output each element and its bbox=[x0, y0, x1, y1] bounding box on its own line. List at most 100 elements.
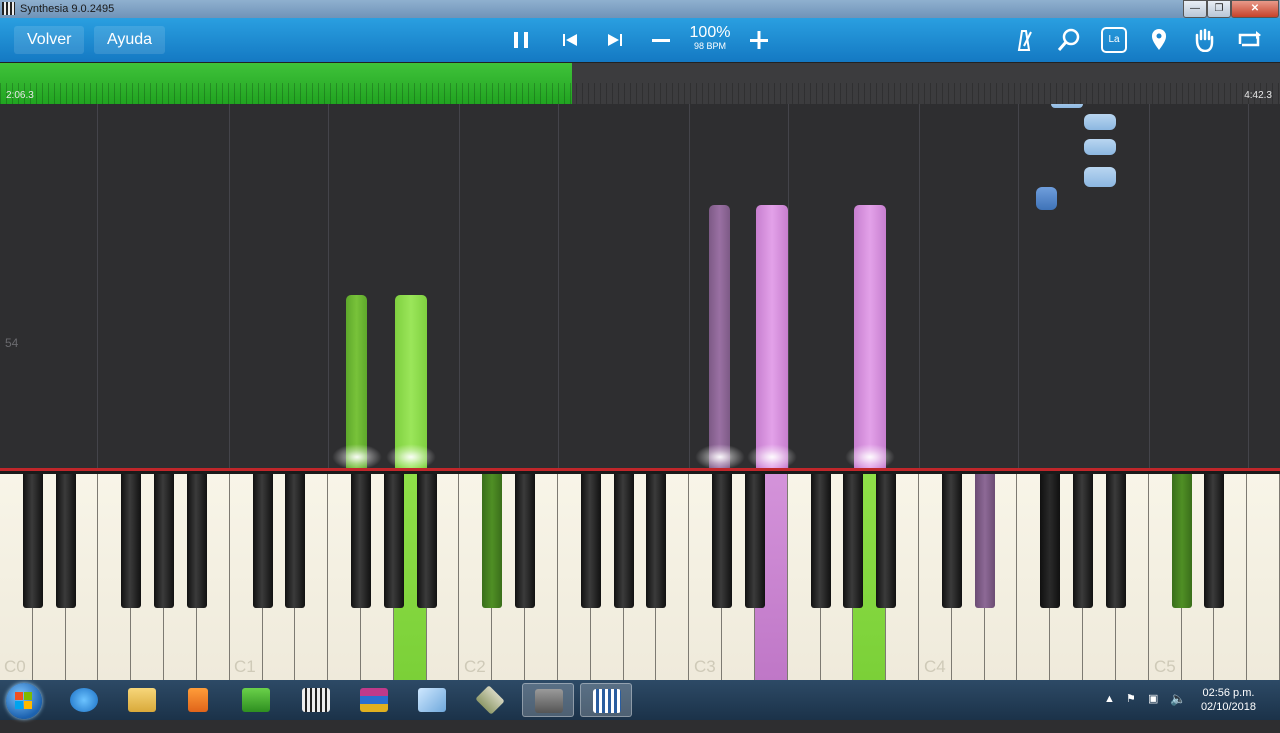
falling-note bbox=[395, 295, 427, 468]
total-time: 4:42.3 bbox=[1244, 90, 1272, 101]
black-key[interactable] bbox=[154, 474, 175, 608]
octave-gridline bbox=[1018, 104, 1019, 468]
start-button[interactable] bbox=[6, 683, 42, 719]
plus-icon[interactable] bbox=[739, 18, 779, 62]
minus-icon[interactable] bbox=[641, 18, 681, 62]
black-key[interactable] bbox=[613, 474, 634, 608]
black-key[interactable] bbox=[351, 474, 372, 608]
black-key[interactable] bbox=[252, 474, 273, 608]
skip-forward-icon[interactable] bbox=[595, 18, 635, 62]
volume-icon[interactable]: 🔈 bbox=[1170, 691, 1186, 731]
upcoming-note bbox=[1084, 167, 1116, 187]
black-key[interactable] bbox=[744, 474, 765, 608]
upcoming-note bbox=[1051, 104, 1083, 108]
black-key[interactable] bbox=[941, 474, 962, 608]
black-key[interactable] bbox=[876, 474, 897, 608]
black-key[interactable] bbox=[515, 474, 536, 608]
black-key[interactable] bbox=[1204, 474, 1225, 608]
upcoming-note bbox=[1084, 114, 1116, 130]
clock-time: 02:56 p.m. bbox=[1202, 687, 1255, 699]
system-clock[interactable]: 02:56 p.m. 02/10/2018 bbox=[1201, 686, 1256, 714]
note-hit-spark bbox=[747, 444, 797, 468]
black-key[interactable] bbox=[416, 474, 437, 608]
document-app-icon[interactable] bbox=[406, 683, 458, 717]
recorder-app-icon[interactable] bbox=[522, 683, 574, 717]
skip-back-icon[interactable] bbox=[550, 18, 590, 62]
clock-date: 02/10/2018 bbox=[1200, 701, 1256, 713]
upcoming-note bbox=[1084, 139, 1116, 155]
elapsed-time: 2:06.3 bbox=[6, 90, 34, 101]
octave-gridline bbox=[1149, 104, 1150, 468]
octave-gridline bbox=[229, 104, 230, 468]
hand-icon[interactable] bbox=[1184, 18, 1224, 62]
octave-gridline bbox=[689, 104, 690, 468]
octave-gridline bbox=[558, 104, 559, 468]
falling-note bbox=[756, 205, 788, 468]
file-explorer-icon[interactable] bbox=[116, 683, 168, 717]
zoom-icon[interactable] bbox=[1049, 18, 1089, 62]
minimize-button[interactable]: — bbox=[1183, 0, 1207, 18]
pause-icon[interactable] bbox=[501, 18, 541, 62]
note-labels-glyph: La bbox=[1101, 27, 1127, 53]
xbox-app-icon[interactable] bbox=[464, 683, 516, 717]
piano-keyboard[interactable]: C0 C1 C2 C3 C4 C5 bbox=[0, 468, 1280, 683]
synthesia-app-icon[interactable] bbox=[580, 683, 632, 717]
close-button[interactable]: ✕ bbox=[1231, 0, 1279, 18]
network-icon[interactable]: ▣ bbox=[1148, 692, 1158, 732]
black-key[interactable] bbox=[285, 474, 306, 608]
falling-note bbox=[854, 205, 886, 468]
octave-label-c2: C2 bbox=[464, 657, 486, 676]
black-key[interactable] bbox=[482, 474, 503, 608]
window-titlebar: Synthesia 9.0.2495 — ❐ ✕ bbox=[0, 0, 1280, 18]
black-key[interactable] bbox=[646, 474, 667, 608]
black-key[interactable] bbox=[843, 474, 864, 608]
octave-label-c1: C1 bbox=[234, 657, 256, 676]
black-key[interactable] bbox=[383, 474, 404, 608]
window-title: Synthesia 9.0.2495 bbox=[20, 3, 115, 15]
octave-label-c3: C3 bbox=[694, 657, 716, 676]
octave-label-c0: C0 bbox=[4, 657, 26, 676]
zip-app-icon[interactable] bbox=[230, 683, 282, 717]
black-key[interactable] bbox=[1171, 474, 1192, 608]
black-key[interactable] bbox=[580, 474, 601, 608]
black-key[interactable] bbox=[974, 474, 995, 608]
octave-gridline bbox=[919, 104, 920, 468]
song-progress-bar[interactable]: 2:06.3 4:42.3 bbox=[0, 62, 1280, 105]
media-player-icon[interactable] bbox=[172, 683, 224, 717]
note-hit-spark bbox=[332, 444, 382, 468]
synthesia-app-icon bbox=[2, 2, 15, 15]
black-key[interactable] bbox=[186, 474, 207, 608]
progress-ticks bbox=[0, 83, 1280, 105]
tray-expand-icon[interactable]: ▲ bbox=[1104, 693, 1115, 733]
winrar-icon[interactable] bbox=[348, 683, 400, 717]
falling-note bbox=[709, 205, 730, 468]
piano-app-icon[interactable] bbox=[290, 683, 342, 717]
metronome-icon[interactable] bbox=[1004, 18, 1044, 62]
help-button[interactable]: Ayuda bbox=[94, 26, 166, 54]
octave-gridline bbox=[97, 104, 98, 468]
back-button[interactable]: Volver bbox=[14, 26, 85, 54]
piano-roll: 54 bbox=[0, 104, 1280, 468]
black-key[interactable] bbox=[22, 474, 43, 608]
black-key[interactable] bbox=[55, 474, 76, 608]
measure-number: 54 bbox=[5, 336, 19, 350]
note-hit-spark bbox=[845, 444, 895, 468]
black-key[interactable] bbox=[712, 474, 733, 608]
octave-label-c4: C4 bbox=[924, 657, 946, 676]
black-key[interactable] bbox=[121, 474, 142, 608]
toolbar: Volver Ayuda 100% 98 BPM La bbox=[0, 18, 1280, 62]
white-key-f5[interactable] bbox=[1247, 474, 1280, 680]
tempo-bpm: 98 BPM bbox=[693, 41, 726, 51]
black-key[interactable] bbox=[1073, 474, 1094, 608]
maximize-button[interactable]: ❐ bbox=[1207, 0, 1231, 18]
internet-explorer-icon[interactable] bbox=[58, 683, 110, 717]
black-key[interactable] bbox=[810, 474, 831, 608]
note-labels-icon[interactable]: La bbox=[1094, 18, 1134, 62]
black-key[interactable] bbox=[1105, 474, 1126, 608]
black-key[interactable] bbox=[1040, 474, 1061, 608]
action-center-icon[interactable]: ⚑ bbox=[1126, 692, 1136, 732]
loop-icon[interactable] bbox=[1229, 18, 1269, 62]
octave-label-c5: C5 bbox=[1154, 657, 1176, 676]
bookmark-icon[interactable] bbox=[1139, 18, 1179, 62]
note-hit-spark bbox=[386, 444, 436, 468]
